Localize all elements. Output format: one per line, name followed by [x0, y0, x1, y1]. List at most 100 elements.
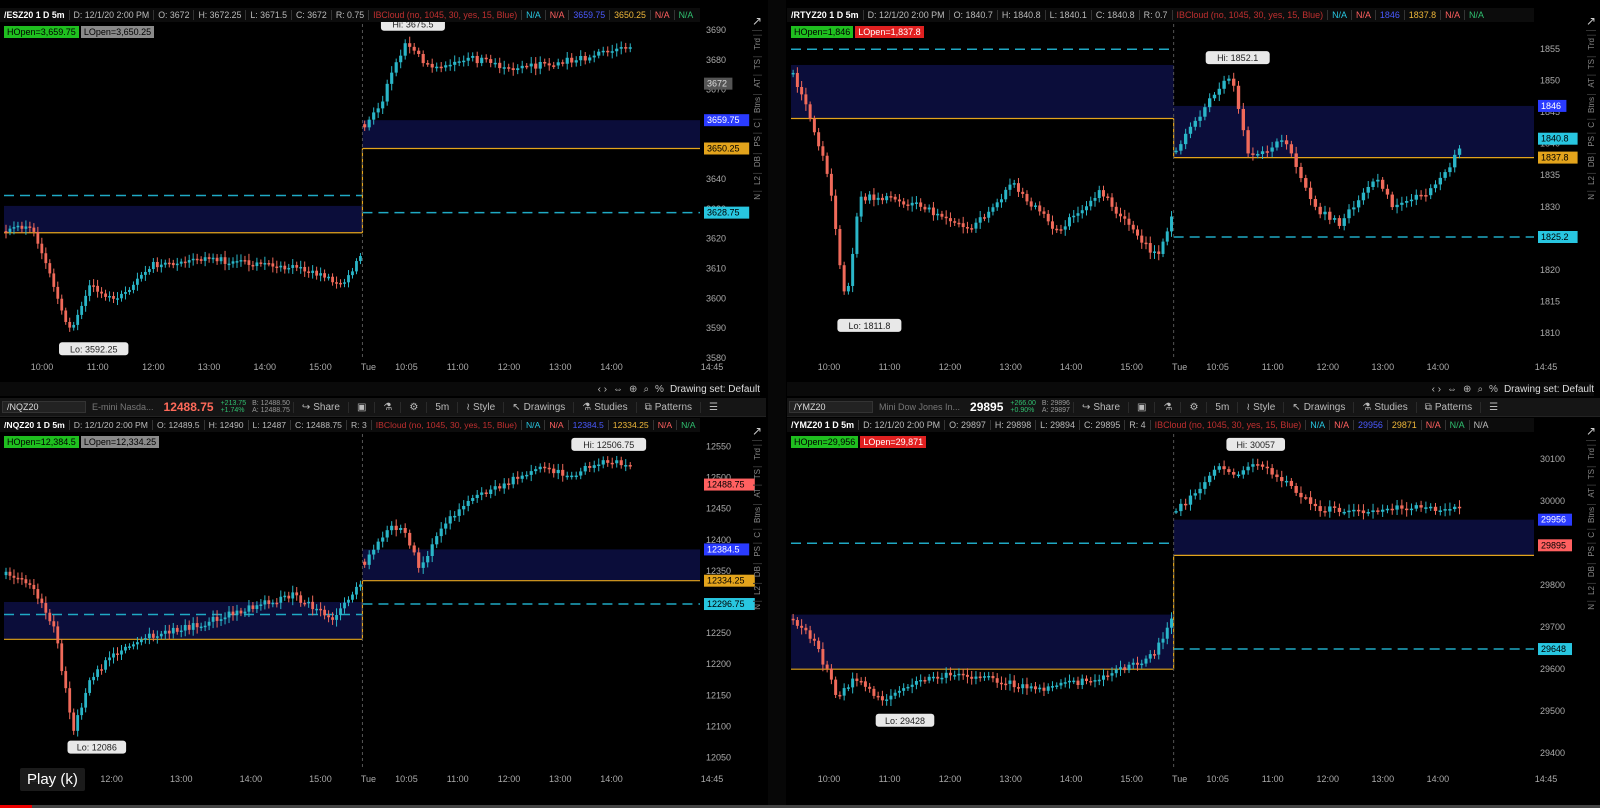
scroll-arrows-icon[interactable]: ‹ › — [598, 384, 607, 395]
candle-body — [1207, 98, 1212, 108]
candle-body — [457, 61, 461, 63]
drawing-set-label[interactable]: Drawing set: Default — [1504, 384, 1594, 395]
candle-body — [1042, 687, 1046, 691]
chart-pane-es[interactable]: Hi: 3675.5Lo: 3592.253690368036703660365… — [0, 8, 766, 396]
candle-body — [1270, 468, 1274, 475]
crosshair-icon[interactable]: ⊕ — [629, 384, 637, 395]
side-tab-btns[interactable]: Btns — [1586, 503, 1596, 525]
chart-pane-nq[interactable]: /NQZ20 E-mini Nasda... 12488.75 +213.75 +1.7… — [0, 398, 766, 792]
play-tooltip: Play (k) — [20, 768, 85, 791]
candle-body — [1232, 472, 1236, 475]
candle-body — [1055, 685, 1059, 687]
side-tab-c[interactable]: C — [752, 528, 762, 540]
side-tab-at[interactable]: AT — [752, 74, 762, 90]
x-tick-label: 13:00 — [1372, 362, 1395, 372]
side-tab-at[interactable]: AT — [1586, 74, 1596, 90]
side-tab-btns[interactable]: Btns — [752, 93, 762, 115]
study-value-5: N/A — [1440, 10, 1464, 20]
pan-icon[interactable]: ⇔ — [1447, 384, 1457, 395]
crosshair-icon[interactable]: ⊕ — [1463, 384, 1471, 395]
price-chart[interactable]: Hi: 3675.5Lo: 3592.253690368036703660365… — [0, 8, 766, 396]
side-tab-n[interactable]: N — [752, 601, 762, 612]
price-chart[interactable]: Hi: 1852.1Lo: 1811.818551850184518401835… — [787, 8, 1600, 396]
side-tab-ps[interactable]: PS — [752, 133, 762, 150]
candle-body — [502, 483, 506, 489]
open-value: O: 12489.5 — [151, 420, 204, 430]
side-tab-ts[interactable]: TS — [752, 55, 762, 71]
side-tab-l2[interactable]: L2 — [1586, 173, 1596, 188]
candle-body — [1127, 218, 1131, 225]
side-tab-db[interactable]: DB — [752, 153, 762, 170]
candle-body — [140, 274, 143, 279]
side-tab-n[interactable]: N — [1586, 601, 1596, 612]
vertical-divider[interactable] — [768, 0, 786, 808]
candle-body — [1004, 189, 1008, 200]
candle-body — [1251, 464, 1255, 467]
side-tab-db[interactable]: DB — [752, 563, 762, 580]
candle-body — [1342, 511, 1346, 514]
expand-icon[interactable]: ↗ — [1585, 422, 1597, 441]
side-tab-l2[interactable]: L2 — [752, 173, 762, 188]
side-tab-ts[interactable]: TS — [1586, 465, 1596, 481]
candle-body — [1453, 506, 1457, 510]
drawing-set-label[interactable]: Drawing set: Default — [670, 384, 760, 395]
side-tab-l2[interactable]: L2 — [752, 583, 762, 598]
pan-icon[interactable]: ⇔ — [613, 384, 623, 395]
candle-body — [307, 601, 311, 604]
side-tab-ts[interactable]: TS — [752, 465, 762, 481]
scroll-arrows-icon[interactable]: ‹ › — [1432, 384, 1441, 395]
side-tab-at[interactable]: AT — [1586, 484, 1596, 500]
candle-body — [444, 523, 448, 529]
side-tab-btns[interactable]: Btns — [1586, 93, 1596, 115]
side-tab-at[interactable]: AT — [752, 484, 762, 500]
side-tab-n[interactable]: N — [752, 191, 762, 202]
expand-icon[interactable]: ↗ — [1585, 12, 1597, 31]
candle-body — [1033, 205, 1037, 207]
candle-body — [1193, 120, 1197, 127]
candle-body — [1395, 505, 1399, 510]
side-tab-n[interactable]: N — [1586, 191, 1596, 202]
percent-icon[interactable]: % — [655, 384, 664, 395]
side-tab-trd[interactable]: Trd — [1586, 445, 1596, 462]
x-tick-label: Tue — [361, 774, 376, 784]
side-tab-trd[interactable]: Trd — [1586, 35, 1596, 52]
price-tag-text: 29648 — [1541, 644, 1566, 654]
side-tab-db[interactable]: DB — [1586, 563, 1596, 580]
percent-icon[interactable]: % — [1489, 384, 1498, 395]
side-tab-db[interactable]: DB — [1586, 153, 1596, 170]
expand-icon[interactable]: ↗ — [751, 12, 763, 31]
y-tick-label: 29800 — [1540, 580, 1565, 590]
side-tab-c[interactable]: C — [752, 118, 762, 130]
candle-body — [128, 646, 131, 648]
side-tab-trd[interactable]: Trd — [752, 445, 762, 462]
side-tab-ps[interactable]: PS — [1586, 133, 1596, 150]
candle-body — [64, 671, 68, 689]
chart-pane-ym[interactable]: /YMZ20 Mini Dow Jones In... 29895 +266.00 +0… — [787, 398, 1600, 792]
candle-body — [525, 65, 529, 68]
candle-body — [1294, 485, 1298, 493]
expand-icon[interactable]: ↗ — [751, 422, 763, 441]
side-tab-l2[interactable]: L2 — [1586, 583, 1596, 598]
candle-body — [448, 516, 452, 524]
candle-body — [1093, 198, 1097, 201]
side-tab-ps[interactable]: PS — [752, 543, 762, 560]
side-tab-c[interactable]: C — [1586, 528, 1596, 540]
chart-pane-rty[interactable]: Hi: 1852.1Lo: 1811.818551850184518401835… — [787, 8, 1600, 396]
candle-body — [56, 626, 60, 644]
candle-body — [628, 465, 632, 467]
side-tab-btns[interactable]: Btns — [752, 503, 762, 525]
candle-body — [251, 605, 255, 609]
zoom-icon[interactable]: ⌕ — [1477, 384, 1483, 395]
zoom-icon[interactable]: ⌕ — [643, 384, 649, 395]
side-tab-c[interactable]: C — [1586, 118, 1596, 130]
side-tab-trd[interactable]: Trd — [752, 35, 762, 52]
candle-body — [498, 62, 502, 69]
side-tab-ts[interactable]: TS — [1586, 55, 1596, 71]
candle-body — [588, 465, 592, 468]
candle-body — [1409, 199, 1414, 202]
side-tab-ps[interactable]: PS — [1586, 543, 1596, 560]
x-tick-label: 10:05 — [395, 774, 418, 784]
price-chart[interactable]: Hi: 12506.75Lo: 120861255012500124501240… — [0, 398, 766, 792]
price-chart[interactable]: Hi: 30057Lo: 294283010030000299002980029… — [787, 398, 1600, 792]
candle-body — [493, 486, 497, 490]
